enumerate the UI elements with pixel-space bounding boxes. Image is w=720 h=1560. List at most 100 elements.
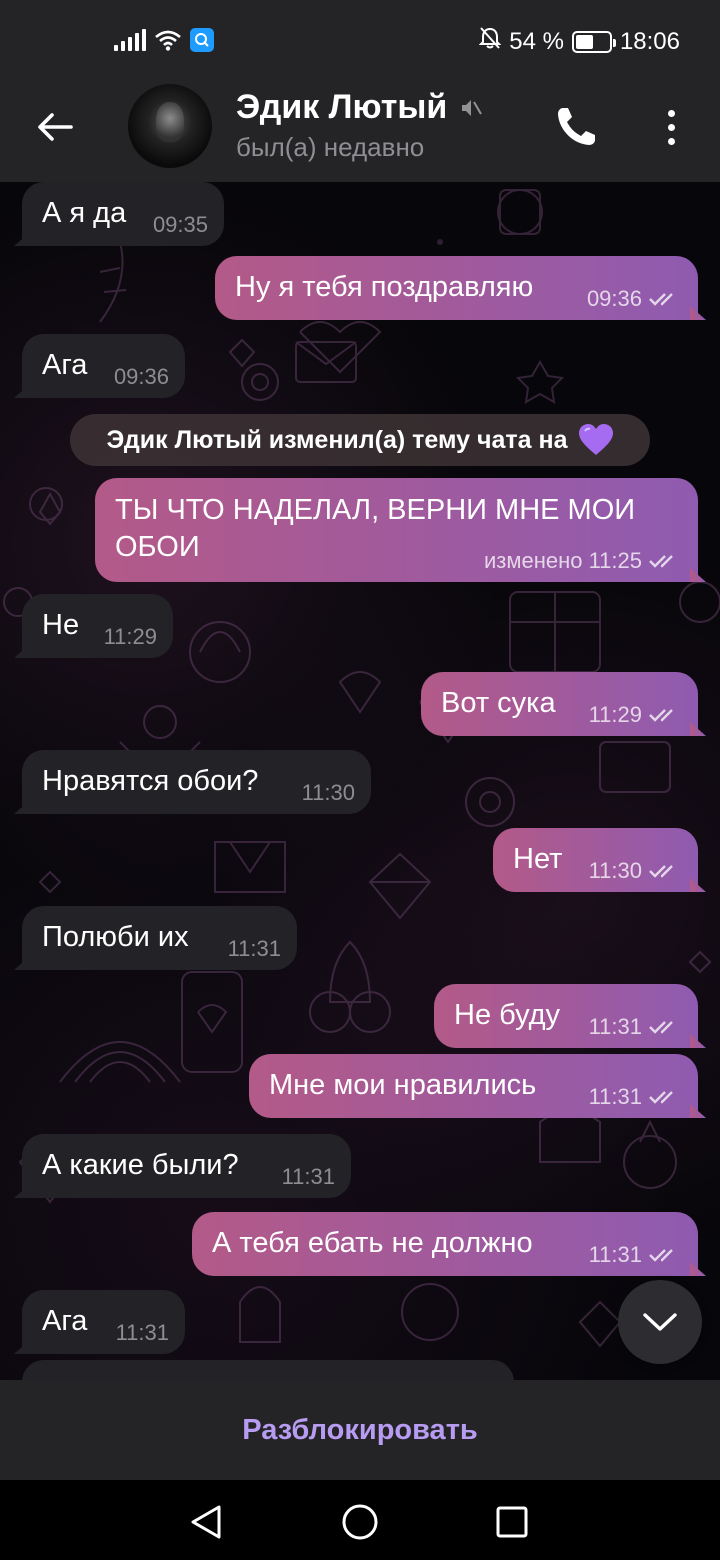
- outgoing-message[interactable]: А тебя ебать не должно 11:31: [192, 1212, 698, 1276]
- message-meta: 11:31: [116, 1320, 169, 1346]
- square-recents-icon: [496, 1506, 528, 1538]
- message-text: Не буду: [454, 999, 561, 1031]
- system-nav-bar: [0, 1480, 720, 1560]
- message-text: Мне мои нравились: [269, 1069, 537, 1101]
- message-time: 11:31: [588, 1014, 642, 1039]
- message-time: 09:36: [586, 286, 642, 311]
- message-time: 11:31: [115, 1320, 169, 1345]
- nav-home-button[interactable]: [338, 1500, 382, 1544]
- message-meta: 11:30: [302, 780, 355, 806]
- status-right: 54 % 18:06: [478, 26, 680, 57]
- double-check-icon: [649, 1091, 673, 1104]
- double-check-icon: [649, 555, 673, 568]
- contact-name-row[interactable]: Эдик Лютый: [236, 88, 483, 127]
- incoming-message[interactable]: А какие были? 11:31: [22, 1134, 351, 1198]
- more-vertical-icon: [667, 109, 675, 145]
- incoming-message[interactable]: Не 11:29: [22, 594, 173, 658]
- chevron-down-icon: [643, 1313, 677, 1331]
- bottom-action-bar: Разблокировать: [0, 1380, 720, 1480]
- message-text: Ага: [42, 349, 88, 381]
- double-check-icon: [649, 1021, 673, 1034]
- message-time: изменено 11:25: [483, 548, 642, 573]
- message-meta: 11:29: [589, 702, 682, 728]
- qr-icon: [190, 28, 214, 52]
- double-check-icon: [649, 293, 673, 306]
- message-time: 11:31: [281, 1164, 335, 1189]
- clock: 18:06: [619, 27, 680, 55]
- message-meta: 09:35: [153, 212, 208, 238]
- message-time: 11:29: [103, 624, 157, 649]
- message-time: 11:30: [588, 858, 642, 883]
- avatar[interactable]: [128, 84, 212, 168]
- chat-header: Эдик Лютый был(а) недавно: [0, 84, 720, 182]
- double-check-icon: [649, 709, 673, 722]
- purple-heart-icon: [578, 424, 613, 455]
- message-time: 11:30: [301, 780, 355, 805]
- service-message: Эдик Лютый изменил(а) тему чата на: [70, 414, 650, 466]
- message-meta: 11:31: [282, 1164, 335, 1190]
- status-bar: 54 % 18:06: [0, 0, 720, 84]
- service-message-text: Эдик Лютый изменил(а) тему чата на: [106, 425, 568, 454]
- more-options-button[interactable]: [656, 104, 686, 150]
- outgoing-message[interactable]: Нет 11:30: [493, 828, 698, 892]
- message-text: Не: [42, 609, 80, 641]
- message-meta: 11:31: [589, 1084, 682, 1110]
- message-meta: 11:31: [589, 1242, 682, 1268]
- incoming-message[interactable]: Полюби их 11:31: [22, 906, 297, 970]
- phone-icon: [558, 108, 595, 145]
- back-button[interactable]: [30, 102, 80, 152]
- message-text: Нравятся обои?: [42, 765, 259, 797]
- battery-icon: [571, 30, 616, 53]
- circle-home-icon: [342, 1504, 378, 1540]
- message-meta: 09:36: [587, 286, 682, 312]
- nav-back-button[interactable]: [184, 1500, 228, 1544]
- message-text: А какие были?: [42, 1149, 239, 1181]
- double-check-icon: [649, 865, 673, 878]
- outgoing-message[interactable]: Не буду 11:31: [434, 984, 698, 1048]
- message-text: А я да: [42, 197, 127, 229]
- wifi-icon: [154, 29, 182, 51]
- outgoing-message[interactable]: Вот сука 11:29: [421, 672, 698, 736]
- status-left: [114, 28, 214, 52]
- message-time: 11:31: [588, 1084, 642, 1109]
- call-button[interactable]: [553, 104, 599, 150]
- message-time: 09:36: [113, 364, 169, 389]
- battery-percent: 54 %: [509, 27, 564, 55]
- incoming-message[interactable]: А я да 09:35: [22, 182, 224, 246]
- contact-status: был(а) недавно: [236, 132, 425, 162]
- message-time: 11:31: [588, 1242, 642, 1267]
- message-time: 11:29: [588, 702, 642, 727]
- incoming-message[interactable]: Нравятся обои? 11:30: [22, 750, 371, 814]
- message-text: Ну я тебя поздравляю: [235, 271, 534, 303]
- outgoing-message[interactable]: Мне мои нравились 11:31: [249, 1054, 698, 1118]
- outgoing-message[interactable]: ТЫ ЧТО НАДЕЛАЛ, ВЕРНИ МНЕ МОИ ОБОИ измене…: [95, 478, 698, 582]
- message-text: Полюби их: [42, 921, 189, 953]
- back-arrow-icon: [38, 113, 73, 141]
- partial-message-bubble: [22, 1360, 514, 1380]
- message-meta: 09:36: [114, 364, 169, 390]
- message-time: 09:35: [152, 212, 208, 237]
- chat-area[interactable]: Эдик Лютый изменил(а) тему чата на А я д…: [0, 182, 720, 1380]
- signal-icon: [114, 29, 146, 51]
- mute-alarm-icon: [478, 26, 502, 57]
- triangle-back-icon: [191, 1505, 221, 1539]
- scroll-down-button[interactable]: [618, 1280, 702, 1364]
- muted-speaker-icon: [462, 99, 483, 116]
- incoming-message[interactable]: Ага 11:31: [22, 1290, 185, 1354]
- double-check-icon: [649, 1249, 673, 1262]
- message-text: Ага: [42, 1305, 88, 1337]
- incoming-message[interactable]: Ага 09:36: [22, 334, 185, 398]
- contact-name: Эдик Лютый: [236, 88, 448, 126]
- message-time: 11:31: [227, 936, 281, 961]
- nav-recents-button[interactable]: [490, 1500, 534, 1544]
- message-meta: изменено 11:25: [484, 548, 682, 574]
- message-text: А тебя ебать не должно: [212, 1227, 533, 1259]
- message-meta: 11:30: [589, 858, 682, 884]
- message-meta: 11:29: [104, 624, 157, 650]
- message-text: Вот сука: [441, 687, 556, 719]
- outgoing-message[interactable]: Ну я тебя поздравляю 09:36: [215, 256, 698, 320]
- message-meta: 11:31: [589, 1014, 682, 1040]
- unblock-button[interactable]: Разблокировать: [242, 1414, 477, 1447]
- message-meta: 11:31: [228, 936, 281, 962]
- message-text: Нет: [513, 843, 563, 875]
